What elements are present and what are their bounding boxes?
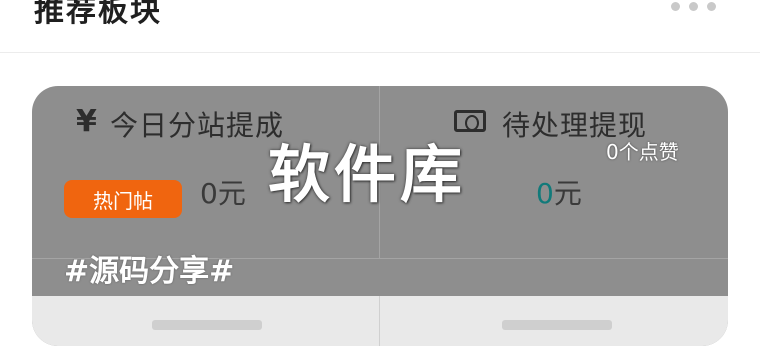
divider xyxy=(379,296,380,346)
withdraw-value: 0元 xyxy=(536,172,582,212)
section-title: 推荐板块 xyxy=(34,0,162,29)
faded-text xyxy=(152,320,262,330)
withdraw-amount: 0 xyxy=(536,177,554,210)
dot xyxy=(689,2,698,11)
yen-icon: ¥ xyxy=(76,104,97,139)
withdraw-unit: 元 xyxy=(553,177,582,210)
dot xyxy=(671,2,680,11)
more-horizontal-icon[interactable] xyxy=(671,2,716,11)
faded-text xyxy=(502,320,612,330)
commission-value: 0元 xyxy=(200,177,246,210)
card-bottom-strip xyxy=(32,296,728,346)
post-tag[interactable]: #源码分享# xyxy=(64,246,234,290)
commission-label: 今日分站提成 xyxy=(110,109,285,142)
post-title-overlay: 软件库 xyxy=(268,138,467,211)
hot-post-badge: 热门帖 xyxy=(64,180,182,218)
like-count: 0个点赞 xyxy=(606,140,679,164)
section-header: 推荐板块 xyxy=(0,0,760,53)
dot xyxy=(707,2,716,11)
